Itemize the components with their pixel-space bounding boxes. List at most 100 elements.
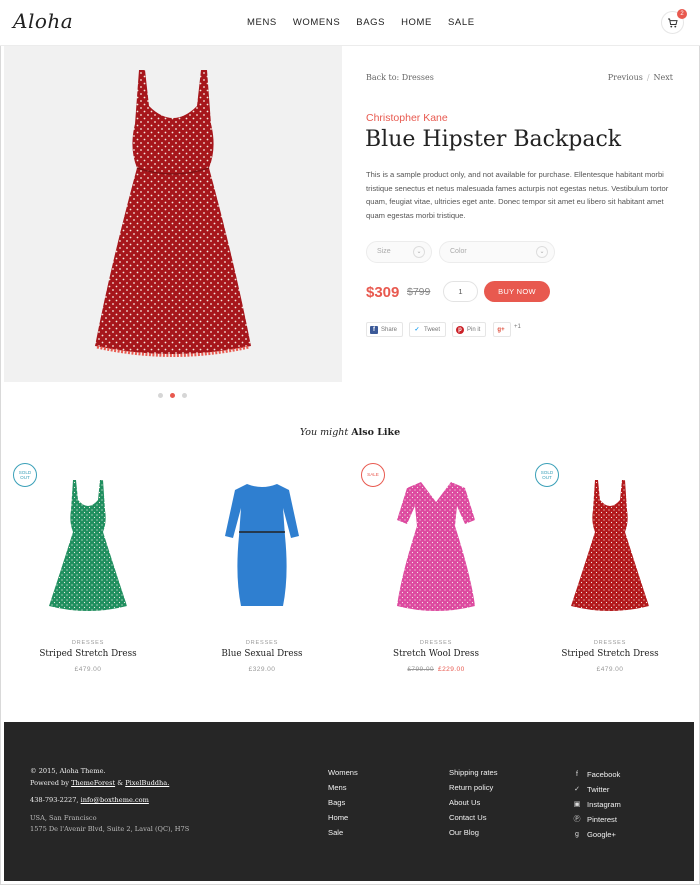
product-card-price: £479.00 <box>74 666 102 673</box>
gplus-count: +1 <box>514 324 521 330</box>
social-facebook-label: Facebook <box>587 770 621 779</box>
product-card-image[interactable] <box>202 471 322 621</box>
social-pinterest-link[interactable]: Ⓟ Pinterest <box>573 812 621 827</box>
social-facebook-link[interactable]: f Facebook <box>573 767 621 782</box>
size-select-label: Size <box>377 248 391 255</box>
color-select[interactable]: Color ⌄ <box>439 241 555 263</box>
twitter-icon: ✓ <box>414 327 420 333</box>
twitter-icon: ✓ <box>574 786 580 793</box>
dress-image <box>49 480 127 611</box>
footer-amp: & <box>117 778 124 787</box>
nav-sale[interactable]: SALE <box>448 17 475 28</box>
chevron-down-icon: ⌄ <box>413 246 425 258</box>
pixelbuddha-link[interactable]: PixelBuddha. <box>125 779 169 787</box>
prev-next-nav: Previous / Next <box>608 73 673 82</box>
product-card-image[interactable] <box>550 471 670 621</box>
footer-link-sale[interactable]: Sale <box>328 827 358 842</box>
main-nav: MENS WOMENS BAGS HOME SALE <box>247 17 491 28</box>
product-brand[interactable]: Christopher Kane <box>366 112 448 124</box>
gallery-dots <box>158 393 187 398</box>
social-twitter-link[interactable]: ✓ Twitter <box>573 782 621 797</box>
product-card[interactable]: SOLD OUT DRESSES Striped Stretch Dress £479… <box>530 463 690 683</box>
share-gplus-button[interactable]: g+ <box>493 322 511 337</box>
product-card[interactable]: SOLD OUT DRESSES Striped Stretch Dress £479… <box>8 463 168 683</box>
footer-link-womens[interactable]: Womens <box>328 767 358 782</box>
product-price: $309 <box>366 284 400 301</box>
footer-link-about[interactable]: About Us <box>449 797 498 812</box>
cart-button[interactable]: 2 <box>661 9 687 34</box>
nav-bags[interactable]: BAGS <box>356 17 385 28</box>
product-card-image[interactable] <box>376 471 496 621</box>
product-card-name[interactable]: Striped Stretch Dress <box>8 649 168 659</box>
product-card-price: £799.00 £229.00 <box>356 666 516 673</box>
product-image-panel[interactable] <box>4 46 342 382</box>
cart-icon <box>668 18 678 27</box>
google-plus-icon: g+ <box>497 326 505 333</box>
product-card-price: £329.00 <box>248 666 276 673</box>
share-twitter-button[interactable]: ✓ Tweet <box>409 322 447 337</box>
product-title: Blue Hipster Backpack <box>365 127 622 152</box>
footer-link-bags[interactable]: Bags <box>328 797 358 812</box>
share-pinterest-button[interactable]: p Pin it <box>452 322 487 337</box>
gallery-dot-2-active[interactable] <box>170 393 175 398</box>
product-dress-image <box>95 70 251 357</box>
google-plus-icon: g <box>575 831 579 838</box>
themeforest-link[interactable]: ThemeForest <box>71 779 115 787</box>
social-googleplus-label: Google+ <box>587 830 616 839</box>
footer-email-link[interactable]: info@boxtheme.com <box>81 796 149 804</box>
facebook-icon: f <box>576 771 578 778</box>
quantity-input[interactable]: 1 <box>443 281 478 302</box>
social-twitter-label: Twitter <box>587 785 610 794</box>
footer-link-blog[interactable]: Our Blog <box>449 827 498 842</box>
social-instagram-label: Instagram <box>587 800 621 809</box>
gallery-dot-1[interactable] <box>158 393 163 398</box>
footer-copyright: © 2015, Aloha Theme. <box>30 767 106 775</box>
footer-link-mens[interactable]: Mens <box>328 782 358 797</box>
footer-col-social: f Facebook ✓ Twitter ▣ Instagram Ⓟ Pinterest… <box>573 767 621 842</box>
buy-now-button[interactable]: BUY NOW <box>484 281 550 302</box>
product-card[interactable]: DRESSES Blue Sexual Dress £329.00 <box>182 463 342 683</box>
product-old-price: $799 <box>407 286 431 298</box>
share-facebook-button[interactable]: f Share <box>366 322 404 337</box>
social-pinterest-label: Pinterest <box>587 815 617 824</box>
social-instagram-link[interactable]: ▣ Instagram <box>573 797 621 812</box>
product-card-price: £479.00 <box>596 666 624 673</box>
next-link[interactable]: Next <box>654 73 673 82</box>
product-card-category: DRESSES <box>245 640 279 646</box>
nav-mens[interactable]: MENS <box>247 17 277 28</box>
product-card-category: DRESSES <box>71 640 105 646</box>
gallery-dot-3[interactable] <box>182 393 187 398</box>
back-link[interactable]: Back to: Dresses <box>366 73 434 82</box>
social-googleplus-link[interactable]: g Google+ <box>573 827 621 842</box>
product-card-image[interactable] <box>28 471 148 621</box>
product-card[interactable]: SALE DRESSES Stretch Wool Dress £799.00 £229… <box>356 463 516 683</box>
footer-info: © 2015, Aloha Theme. Powered by ThemeFor… <box>30 766 189 836</box>
product-card-name[interactable]: Blue Sexual Dress <box>182 649 342 659</box>
previous-link[interactable]: Previous <box>608 73 643 82</box>
footer-powered: Powered by ThemeForest & PixelBuddha. <box>30 778 189 790</box>
related-heading: You might Also Like <box>0 427 700 438</box>
dress-image <box>571 480 649 611</box>
nav-home[interactable]: HOME <box>401 17 432 28</box>
product-description: This is a sample product only, and not a… <box>366 170 669 220</box>
dress-image <box>397 482 475 611</box>
footer-link-home[interactable]: Home <box>328 812 358 827</box>
product-card-name[interactable]: Stretch Wool Dress <box>356 649 516 659</box>
product-card-category: DRESSES <box>593 640 627 646</box>
color-select-label: Color <box>450 248 467 255</box>
nav-womens[interactable]: WOMENS <box>293 17 340 28</box>
footer-phone: 438-793-2227, <box>30 796 79 805</box>
product-card-old-price: £799.00 <box>407 666 434 673</box>
footer-link-contact[interactable]: Contact Us <box>449 812 498 827</box>
size-select[interactable]: Size ⌄ <box>366 241 432 263</box>
logo[interactable]: Aloha <box>13 9 73 33</box>
footer-link-shipping[interactable]: Shipping rates <box>449 767 498 782</box>
site-header: Aloha MENS WOMENS BAGS HOME SALE 2 <box>0 0 700 46</box>
footer-link-returns[interactable]: Return policy <box>449 782 498 797</box>
footer-col-info: Shipping rates Return policy About Us Co… <box>449 767 498 842</box>
footer-city: USA, San Francisco <box>30 813 97 822</box>
product-card-name[interactable]: Striped Stretch Dress <box>530 649 690 659</box>
pinterest-icon: Ⓟ <box>573 816 581 823</box>
related-heading-bold: Also Like <box>351 427 401 438</box>
footer-powered-prefix: Powered by <box>30 778 70 787</box>
